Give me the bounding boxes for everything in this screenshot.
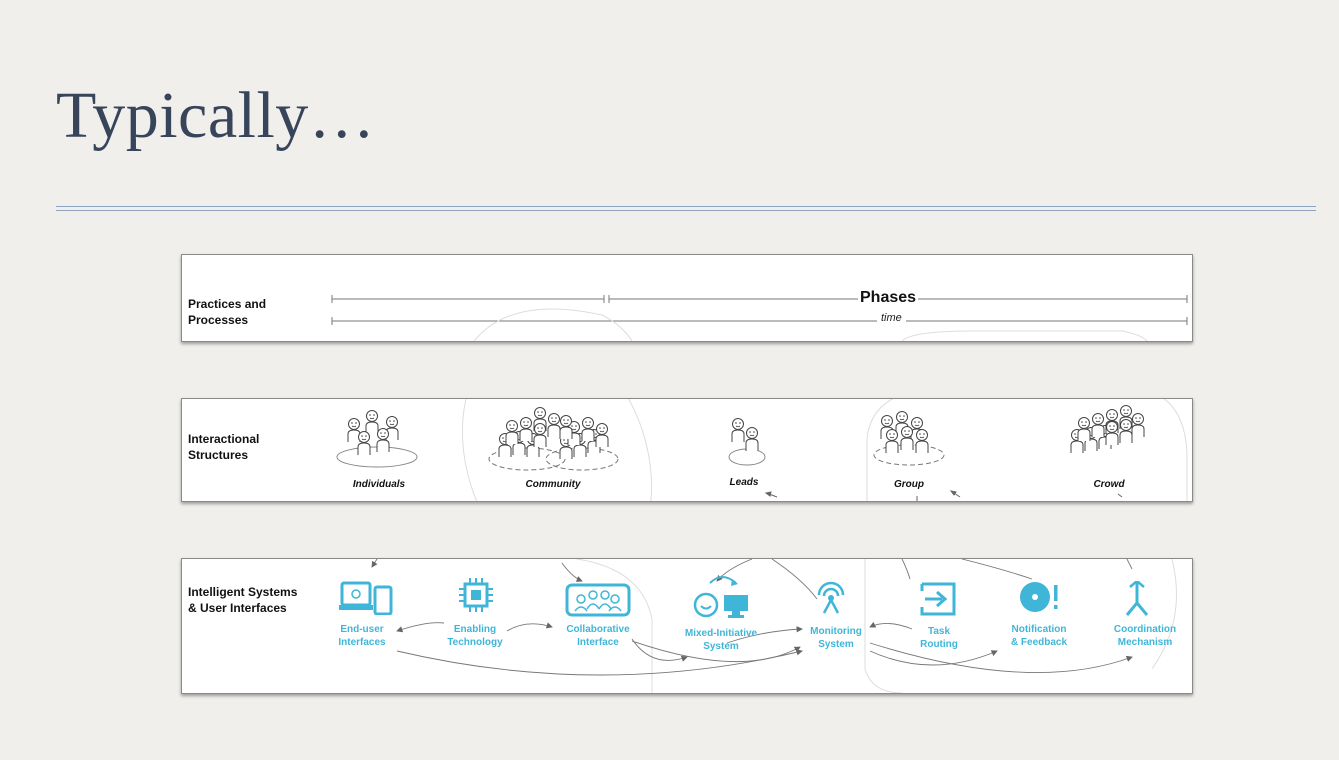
system-line1: End-user bbox=[340, 624, 384, 635]
merge-arrow-icon bbox=[1125, 581, 1149, 616]
system-line1: Monitoring bbox=[810, 626, 862, 637]
system-label-monitoring: Monitoring System bbox=[781, 625, 891, 651]
individuals-people-icon bbox=[336, 410, 418, 468]
system-line2: Interface bbox=[577, 637, 619, 648]
system-label-coordination: Coordination Mechanism bbox=[1090, 623, 1192, 649]
system-line1: Collaborative bbox=[566, 624, 630, 635]
structure-label-crowd: Crowd bbox=[1093, 479, 1125, 490]
system-line2: Technology bbox=[447, 637, 503, 648]
title-rule-top bbox=[56, 206, 1316, 207]
structure-label-individuals: Individuals bbox=[352, 479, 406, 490]
slide-title: Typically… bbox=[56, 79, 376, 152]
antenna-icon bbox=[817, 581, 845, 614]
systems-panel: Intelligent Systems & User Interfaces En… bbox=[181, 558, 1193, 694]
chip-icon bbox=[459, 578, 493, 612]
system-line2: Routing bbox=[920, 639, 958, 650]
system-line1: Task bbox=[927, 626, 951, 637]
crowd-people-icon bbox=[1070, 405, 1145, 454]
system-line2: System bbox=[818, 639, 854, 650]
system-line1: Enabling bbox=[453, 624, 497, 635]
phases-timeline bbox=[331, 295, 1188, 341]
structures-illustrations bbox=[336, 399, 1188, 501]
devices-icon bbox=[339, 581, 393, 615]
structure-label-leads: Leads bbox=[729, 477, 759, 488]
system-line1: Coordination bbox=[1113, 624, 1177, 635]
system-label-mixed-initiative: Mixed-Initiative System bbox=[666, 627, 776, 653]
shared-screen-icon bbox=[565, 583, 631, 617]
system-line2: System bbox=[703, 641, 739, 652]
title-rule-bottom bbox=[56, 210, 1316, 211]
system-label-enabling: Enabling Technology bbox=[420, 623, 530, 649]
group-people-icon bbox=[873, 411, 945, 466]
time-label: time bbox=[877, 312, 906, 324]
system-label-task-routing: Task Routing bbox=[884, 625, 994, 651]
system-label-notification: Notification & Feedback bbox=[984, 623, 1094, 649]
structure-label-group: Group bbox=[894, 479, 924, 490]
system-line1: Mixed-Initiative bbox=[684, 628, 758, 639]
notification-icon bbox=[1020, 582, 1058, 612]
system-label-collaborative: Collaborative Interface bbox=[543, 623, 653, 649]
system-line2: Mechanism bbox=[1117, 637, 1173, 648]
phases-title: Phases bbox=[858, 289, 919, 307]
leads-people-icon bbox=[728, 418, 766, 466]
community-people-icon bbox=[488, 407, 619, 471]
structure-label-community: Community bbox=[525, 479, 581, 490]
system-line2: Interfaces bbox=[338, 637, 386, 648]
structures-panel: Interactional Structures Individuals Com… bbox=[181, 398, 1193, 502]
system-line2: & Feedback bbox=[1010, 637, 1068, 648]
route-arrow-icon bbox=[920, 582, 956, 616]
system-label-end-user: End-user Interfaces bbox=[307, 623, 417, 649]
human-computer-icon bbox=[693, 576, 748, 618]
system-line1: Notification bbox=[1011, 624, 1067, 635]
practices-panel: Practices and Processes Phases time bbox=[181, 254, 1193, 342]
